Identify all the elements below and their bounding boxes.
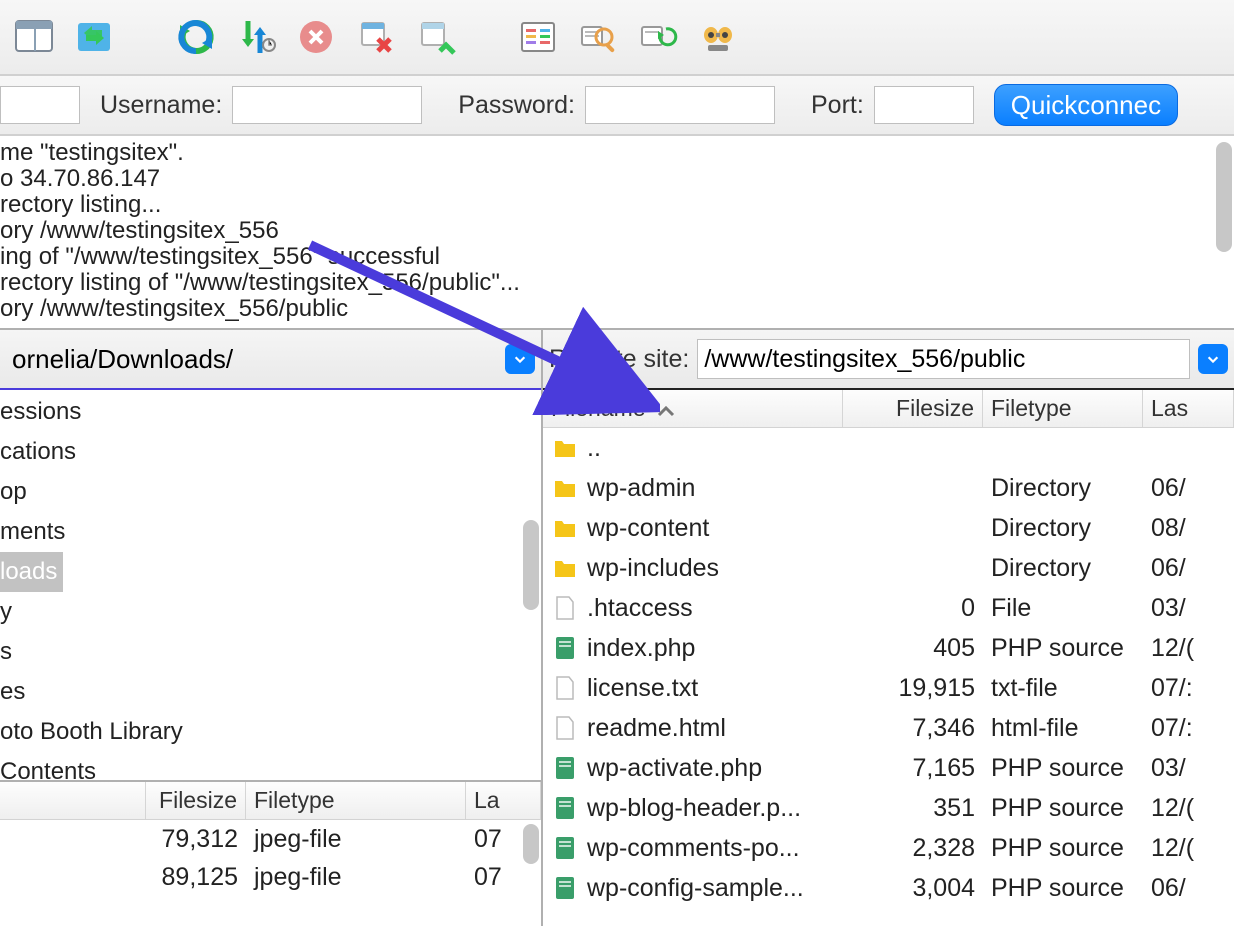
list-item[interactable]: wp-config-sample...3,004PHP source06/ <box>543 868 1234 908</box>
search-icon[interactable] <box>574 13 622 61</box>
process-queue-icon[interactable] <box>232 13 280 61</box>
find-icon[interactable] <box>694 13 742 61</box>
quickconnect-bar: Username: Password: Port: Quickconnec <box>0 76 1234 136</box>
local-file-list: Filesize Filetype La 79,312jpeg-file0789… <box>0 780 541 896</box>
password-label: Password: <box>458 91 575 120</box>
file-icon <box>551 715 579 741</box>
col-last[interactable]: La <box>466 782 541 819</box>
remote-file-list[interactable]: ..wp-adminDirectory06/wp-contentDirector… <box>543 428 1234 908</box>
file-panels: essionscationsopmentsloadsysesoto Booth … <box>0 330 1234 926</box>
tree-item[interactable]: cations <box>0 432 541 472</box>
tree-item[interactable]: Contents <box>0 752 541 780</box>
php-file-icon <box>551 875 579 901</box>
list-item[interactable]: wp-comments-po...2,328PHP source12/( <box>543 828 1234 868</box>
main-toolbar <box>0 0 1234 76</box>
col-last[interactable]: Las <box>1143 390 1234 427</box>
log-line: o 34.70.86.147 <box>0 166 1234 192</box>
col-filetype[interactable]: Filetype <box>983 390 1143 427</box>
remote-path-input[interactable] <box>697 339 1190 379</box>
tree-item[interactable]: s <box>0 632 541 672</box>
log-line: ing of "/www/testingsitex_556" successfu… <box>0 244 1234 270</box>
list-item[interactable]: wp-contentDirectory08/ <box>543 508 1234 548</box>
cancel-icon[interactable] <box>292 13 340 61</box>
tree-item[interactable]: es <box>0 672 541 712</box>
php-file-icon <box>551 835 579 861</box>
log-scrollbar[interactable] <box>1216 142 1232 252</box>
list-item[interactable]: wp-blog-header.p...351PHP source12/( <box>543 788 1234 828</box>
remote-list-header[interactable]: Filename Filesize Filetype Las <box>543 390 1234 428</box>
file-icon <box>551 675 579 701</box>
col-filesize[interactable]: Filesize <box>843 390 983 427</box>
remote-panel: Remote site: Filename Filesize Filetype … <box>543 330 1234 926</box>
sync-browse-icon[interactable] <box>634 13 682 61</box>
remote-path-row: Remote site: <box>543 330 1234 390</box>
directory-compare-icon[interactable] <box>514 13 562 61</box>
php-file-icon <box>551 635 579 661</box>
log-line: me "testingsitex". <box>0 140 1234 166</box>
local-list-header[interactable]: Filesize Filetype La <box>0 782 541 820</box>
port-label: Port: <box>811 91 864 120</box>
list-item[interactable]: license.txt19,915txt-file07/: <box>543 668 1234 708</box>
list-item[interactable]: index.php405PHP source12/( <box>543 628 1234 668</box>
tree-item[interactable]: essions <box>0 392 541 432</box>
list-item[interactable]: readme.html7,346html-file07/: <box>543 708 1234 748</box>
local-tree[interactable]: essionscationsopmentsloadsysesoto Booth … <box>0 390 541 780</box>
col-filename[interactable]: Filename <box>543 390 843 427</box>
local-path-row <box>0 330 541 390</box>
message-log[interactable]: me "testingsitex".o 34.70.86.147rectory … <box>0 136 1234 330</box>
tree-item[interactable]: ments <box>0 512 541 552</box>
disconnect-icon[interactable] <box>352 13 400 61</box>
quickconnect-button[interactable]: Quickconnec <box>994 84 1178 126</box>
list-item[interactable]: 89,125jpeg-file07 <box>0 858 541 896</box>
username-input[interactable] <box>232 86 422 124</box>
local-panel: essionscationsopmentsloadsysesoto Booth … <box>0 330 543 926</box>
list-item[interactable]: .htaccess0File03/ <box>543 588 1234 628</box>
local-list-scrollbar[interactable] <box>523 824 539 864</box>
remote-site-label: Remote site: <box>549 345 689 374</box>
php-file-icon <box>551 795 579 821</box>
password-input[interactable] <box>585 86 775 124</box>
list-item[interactable]: 79,312jpeg-file07 <box>0 820 541 858</box>
list-item[interactable]: wp-includesDirectory06/ <box>543 548 1234 588</box>
remote-path-dropdown[interactable] <box>1198 344 1228 374</box>
col-filesize[interactable]: Filesize <box>146 782 246 819</box>
tree-item[interactable]: y <box>0 592 541 632</box>
list-item[interactable]: wp-activate.php7,165PHP source03/ <box>543 748 1234 788</box>
port-input[interactable] <box>874 86 974 124</box>
folder-icon <box>551 437 579 459</box>
tree-item[interactable]: op <box>0 472 541 512</box>
username-label: Username: <box>100 91 222 120</box>
tree-item[interactable]: loads <box>0 552 541 592</box>
log-line: ory /www/testingsitex_556 <box>0 218 1234 244</box>
log-line: rectory listing of "/www/testingsitex_55… <box>0 270 1234 296</box>
list-item[interactable]: .. <box>543 428 1234 468</box>
col-filetype[interactable]: Filetype <box>246 782 466 819</box>
sort-asc-icon <box>656 404 676 418</box>
log-line: ory /www/testingsitex_556/public <box>0 296 1234 322</box>
local-path-input[interactable] <box>6 339 497 379</box>
toggle-transfer-icon[interactable] <box>70 13 118 61</box>
folder-icon <box>551 517 579 539</box>
folder-icon <box>551 557 579 579</box>
tree-item[interactable]: oto Booth Library <box>0 712 541 752</box>
local-tree-scrollbar[interactable] <box>523 520 539 610</box>
folder-icon <box>551 477 579 499</box>
list-item[interactable]: wp-adminDirectory06/ <box>543 468 1234 508</box>
site-manager-icon[interactable] <box>10 13 58 61</box>
refresh-icon[interactable] <box>172 13 220 61</box>
local-path-dropdown[interactable] <box>505 344 535 374</box>
host-input[interactable] <box>0 86 80 124</box>
php-file-icon <box>551 755 579 781</box>
log-line: rectory listing... <box>0 192 1234 218</box>
file-icon <box>551 595 579 621</box>
reconnect-icon[interactable] <box>412 13 460 61</box>
